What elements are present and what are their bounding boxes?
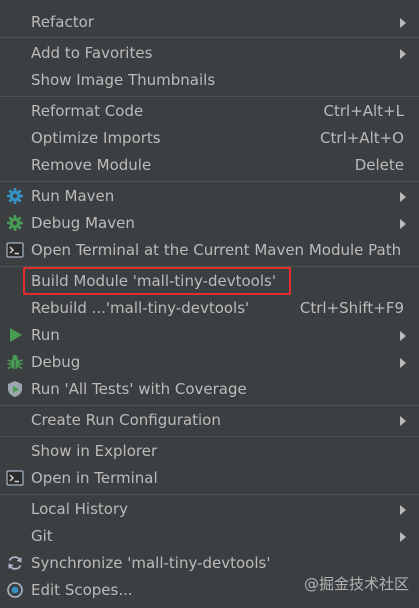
menu-item-label: Remove Module — [31, 156, 152, 174]
menu-item-label: Run — [31, 326, 60, 344]
menu-item-label: Open in Terminal — [31, 469, 158, 487]
menu-item-label: Show Image Thumbnails — [31, 71, 216, 89]
menu-item-git[interactable]: Git — [0, 523, 419, 550]
gear-icon — [6, 214, 24, 232]
menu-item-label: Git — [31, 527, 53, 545]
submenu-arrow-icon — [400, 219, 406, 229]
menu-item-label: Run Maven — [31, 187, 115, 205]
menu-item-shortcut: Ctrl+Alt+O — [320, 129, 404, 147]
separator — [0, 37, 419, 38]
separator — [0, 494, 419, 495]
scope-icon — [6, 581, 24, 599]
watermark: @掘金技术社区 — [303, 575, 409, 593]
submenu-arrow-icon — [400, 416, 406, 426]
menu-item-label: Refactor — [31, 13, 94, 31]
gear-icon — [6, 187, 24, 205]
menu-item-show-image-thumbnails[interactable]: Show Image Thumbnails — [0, 67, 419, 94]
separator — [0, 181, 419, 182]
menu-item-local-history[interactable]: Local History — [0, 496, 419, 523]
refresh-icon — [6, 554, 24, 572]
menu-item-rebuild[interactable]: Rebuild ...'mall-tiny-devtools' Ctrl+Shi… — [0, 295, 419, 322]
menu-item-label: Debug — [31, 353, 81, 371]
terminal-icon — [6, 241, 24, 259]
bug-icon — [6, 353, 24, 371]
separator — [0, 436, 419, 437]
submenu-arrow-icon — [400, 505, 406, 515]
menu-item-label: Synchronize 'mall-tiny-devtools' — [31, 554, 271, 572]
menu-item-open-terminal-maven[interactable]: Open Terminal at the Current Maven Modul… — [0, 237, 419, 264]
menu-item-refactor[interactable]: Refactor — [0, 9, 419, 36]
menu-item-run-coverage[interactable]: Run 'All Tests' with Coverage — [0, 376, 419, 403]
submenu-arrow-icon — [400, 532, 406, 542]
menu-item-label: Local History — [31, 500, 129, 518]
menu-item-debug-maven[interactable]: Debug Maven — [0, 210, 419, 237]
menu-item-shortcut: Ctrl+Alt+L — [323, 102, 405, 120]
terminal-icon — [6, 469, 24, 487]
menu-item-open-in-terminal[interactable]: Open in Terminal — [0, 465, 419, 492]
menu-item-label: Reformat Code — [31, 102, 144, 120]
menu-item-add-to-favorites[interactable]: Add to Favorites — [0, 40, 419, 67]
menu-item-run-maven[interactable]: Run Maven — [0, 183, 419, 210]
play-icon — [6, 326, 24, 344]
menu-item-debug[interactable]: Debug — [0, 349, 419, 376]
highlight-box — [23, 267, 291, 295]
separator — [0, 405, 419, 406]
menu-item-remove-module[interactable]: Remove Module Delete — [0, 152, 419, 179]
menu-item-run[interactable]: Run — [0, 322, 419, 349]
submenu-arrow-icon — [400, 358, 406, 368]
menu-item-label: Optimize Imports — [31, 129, 161, 147]
submenu-arrow-icon — [400, 192, 406, 202]
separator — [0, 96, 419, 97]
menu-item-label: Show in Explorer — [31, 442, 158, 460]
shield-play-icon — [6, 380, 24, 398]
menu-item-optimize-imports[interactable]: Optimize Imports Ctrl+Alt+O — [0, 125, 419, 152]
menu-item-label: Run 'All Tests' with Coverage — [31, 380, 247, 398]
menu-item-shortcut: Ctrl+Shift+F9 — [299, 299, 404, 317]
menu-item-label: Rebuild ...'mall-tiny-devtools' — [31, 299, 250, 317]
menu-item-label: Open Terminal at the Current Maven Modul… — [31, 241, 402, 259]
menu-item-label: Debug Maven — [31, 214, 135, 232]
menu-item-shortcut: Delete — [354, 156, 404, 174]
menu-item-label: Edit Scopes... — [31, 581, 133, 599]
menu-item-create-run-configuration[interactable]: Create Run Configuration — [0, 407, 419, 434]
submenu-arrow-icon — [400, 49, 406, 59]
menu-item-show-in-explorer[interactable]: Show in Explorer — [0, 438, 419, 465]
context-menu: Refactor Add to Favorites Show Image Thu… — [0, 0, 419, 608]
submenu-arrow-icon — [400, 331, 406, 341]
menu-item-label: Create Run Configuration — [31, 411, 221, 429]
menu-item-reformat-code[interactable]: Reformat Code Ctrl+Alt+L — [0, 98, 419, 125]
menu-item-label: Add to Favorites — [31, 44, 153, 62]
submenu-arrow-icon — [400, 18, 406, 28]
